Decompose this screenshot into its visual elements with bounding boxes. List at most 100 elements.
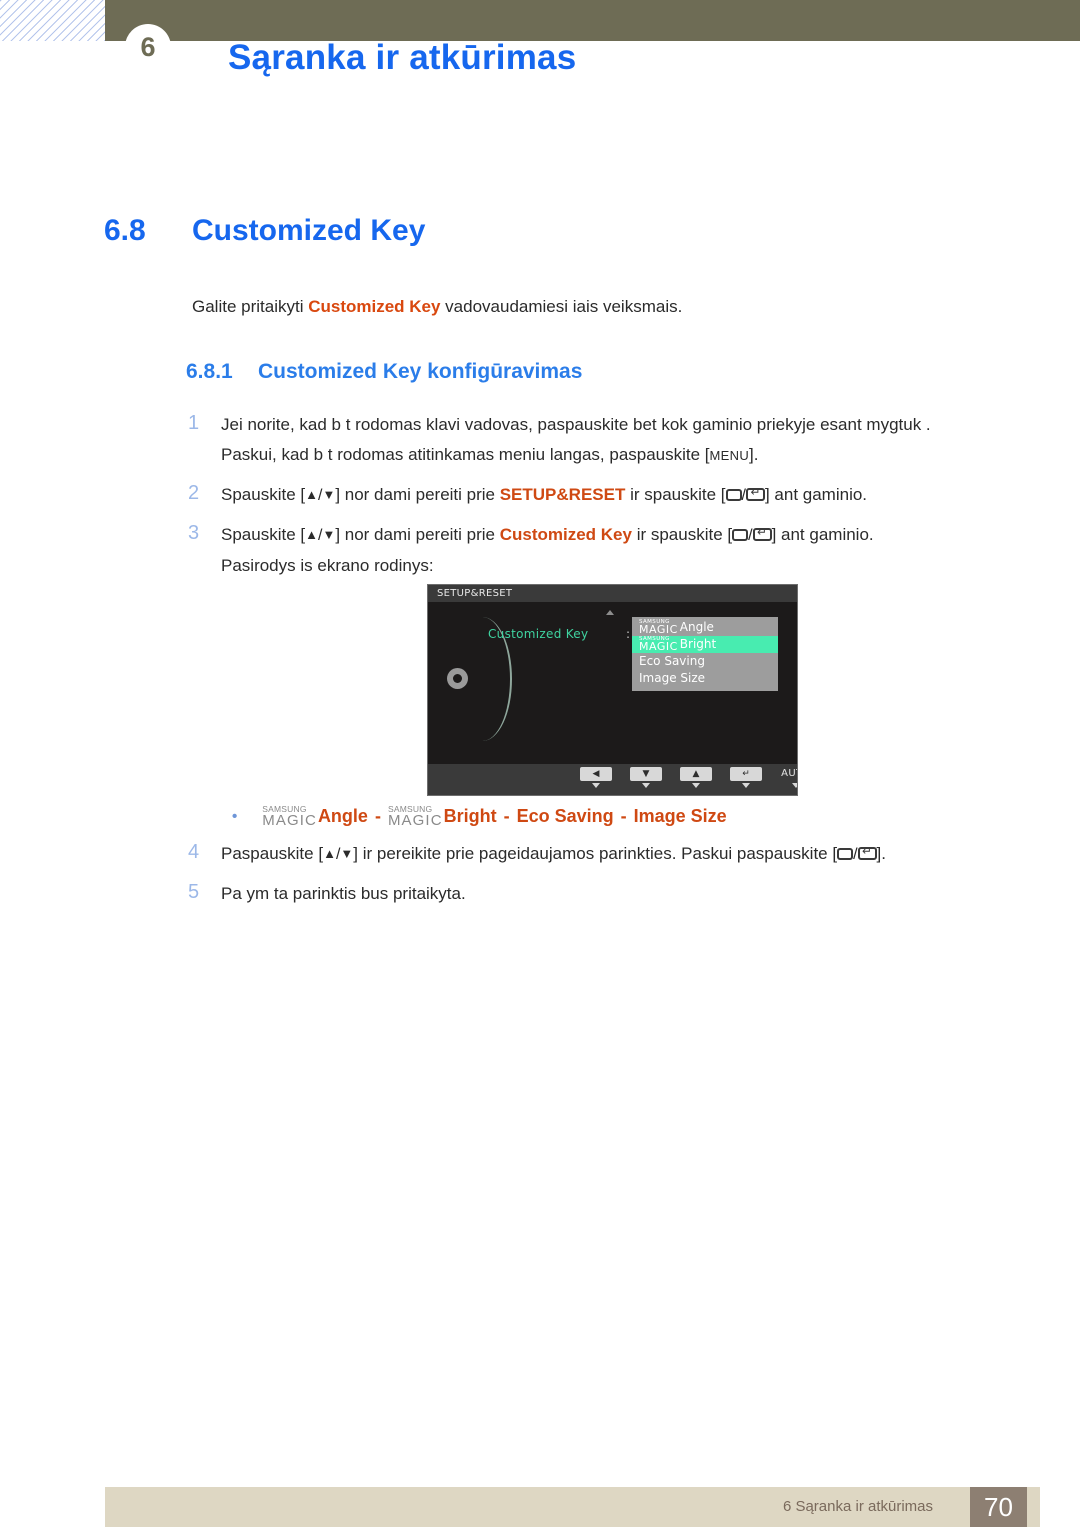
osd-list-item[interactable]: Image Size bbox=[632, 670, 778, 687]
step-text: Paspauskite [▲ / ▼] ir pereikite prie page… bbox=[221, 839, 1008, 870]
section-number: 6.8 bbox=[104, 214, 146, 247]
up-arrow-icon: ▲ bbox=[680, 767, 712, 781]
steps-list-bottom: 4 Paspauskite [▲ / ▼] ir pereikite prie pa… bbox=[188, 839, 1008, 918]
osd-item-label: Eco Saving bbox=[639, 654, 705, 668]
triangle-up-icon: ▲ bbox=[323, 846, 336, 861]
header-olive-bar bbox=[105, 0, 1080, 41]
osd-colon: : bbox=[626, 627, 631, 641]
intro-paragraph: Galite pritaikyti Customized Key vadovau… bbox=[192, 297, 682, 317]
step2-d: ] ant gaminio. bbox=[764, 485, 868, 504]
auto-label: AUTO bbox=[781, 768, 797, 779]
step3-a: Spauskite [ bbox=[221, 525, 306, 544]
osd-body: Customized Key : SAMSUNG MAGIC Angle SAMSU… bbox=[428, 602, 797, 764]
step4-a: Paspauskite [ bbox=[221, 844, 324, 863]
magic-logo-bottom: MAGIC bbox=[387, 811, 443, 829]
samsung-magic-logo: SAMSUNG MAGIC bbox=[639, 619, 678, 637]
footer-chapter-label: 6 Sąranka ir atkūrimas bbox=[782, 1498, 933, 1515]
intro-text-before: Galite pritaikyti bbox=[192, 297, 309, 316]
osd-button-left-arrow[interactable]: ◀ bbox=[580, 767, 612, 788]
bullet-item-3: Eco Saving bbox=[516, 805, 614, 826]
osd-item-label: Image Size bbox=[639, 671, 706, 685]
step3-c: ir spauskite [ bbox=[631, 525, 733, 544]
decorative-hatch-pattern bbox=[0, 0, 105, 41]
step1-line2a: Paskui, kad b t rodomas atitinkamas meni… bbox=[221, 445, 710, 464]
step2-b: ] nor dami pereiti prie bbox=[335, 485, 500, 504]
step1-line1b: vadovas, paspauskite bet kok gaminio pri… bbox=[460, 415, 931, 434]
step-number: 2 bbox=[188, 482, 200, 504]
bullet-separator: - bbox=[620, 805, 627, 826]
osd-list-item[interactable]: Eco Saving bbox=[632, 653, 778, 670]
section-heading: 6.8 Customized Key bbox=[104, 214, 425, 248]
step2-a: Spauskite [ bbox=[221, 485, 306, 504]
menu-box-icon bbox=[837, 848, 854, 860]
samsung-magic-logo: SAMSUNG MAGIC bbox=[639, 636, 678, 654]
slash-separator: / bbox=[748, 527, 753, 544]
caret-down-icon bbox=[642, 783, 650, 788]
step4-b: ] ir pereikite prie pageidaujamos parink… bbox=[353, 844, 838, 863]
osd-scroll-up-icon bbox=[606, 610, 614, 615]
step1-line2: Paskui, kad b t rodomas atitinkamas meni… bbox=[221, 440, 1008, 471]
osd-button-down-arrow[interactable]: ▼ bbox=[630, 767, 662, 788]
section-title: Customized Key bbox=[192, 214, 426, 247]
bullet-separator: - bbox=[374, 805, 381, 826]
enter-key-icon bbox=[745, 488, 765, 501]
step3-d: ] ant gaminio. bbox=[771, 525, 874, 544]
subsection-number: 6.8.1 bbox=[186, 360, 233, 383]
step-item: 4 Paspauskite [▲ / ▼] ir pereikite prie pa… bbox=[188, 839, 1008, 870]
step-text: Pa ym ta parinktis bus pritaikyta. bbox=[221, 884, 466, 903]
intro-text-after: vadovaudamiesi iais veiksmais. bbox=[440, 297, 683, 316]
step-text: Spauskite [▲/▼] nor dami pereiti prie SE… bbox=[221, 480, 1008, 511]
osd-button-bar: ◀ ▼ ▲ ↵ AUTO ⏻ bbox=[428, 764, 797, 795]
triangle-down-icon: ▼ bbox=[322, 487, 336, 502]
caret-down-icon bbox=[742, 783, 750, 788]
osd-list-item[interactable]: SAMSUNG MAGIC Angle bbox=[632, 619, 778, 636]
osd-screenshot: SETUP&RESET Customized Key : SAMSUNG MAGI… bbox=[427, 584, 798, 796]
step1-line2b: ]. bbox=[749, 445, 759, 464]
samsung-magic-logo: SAMSUNG MAGIC bbox=[388, 805, 443, 828]
step-text: Spauskite [▲ / ▼] nor dami pereiti prie Cu… bbox=[221, 520, 1008, 581]
osd-button-auto[interactable]: AUTO bbox=[780, 767, 797, 788]
magic-logo-bottom: MAGIC bbox=[639, 640, 678, 654]
triangle-down-icon: ▼ bbox=[322, 527, 336, 542]
enter-key-icon bbox=[857, 847, 877, 860]
step1-line1a: Jei norite, kad b t rodomas klavi bbox=[221, 415, 461, 434]
osd-button-up-arrow[interactable]: ▲ bbox=[680, 767, 712, 788]
bullet-item-4: Image Size bbox=[633, 805, 727, 826]
osd-item-label: Bright bbox=[679, 637, 717, 651]
menu-key-tag: MENU bbox=[709, 448, 750, 463]
subsection-title: Customized Key konfigūravimas bbox=[258, 360, 583, 383]
bullet-item-1: Angle bbox=[317, 805, 368, 826]
magic-logo-bottom: MAGIC bbox=[262, 811, 317, 829]
menu-box-icon bbox=[725, 489, 742, 501]
bullet-item-2: Bright bbox=[443, 805, 497, 826]
osd-item-label: Angle bbox=[679, 620, 714, 634]
step3-keyword: Customized Key bbox=[499, 525, 632, 544]
subsection-heading: 6.8.1 Customized Key konfigūravimas bbox=[186, 360, 582, 384]
bullet-separator: - bbox=[503, 805, 510, 826]
caret-down-icon bbox=[692, 783, 700, 788]
step-item: 1 Jei norite, kad b t rodomas klavi vado… bbox=[188, 410, 1008, 471]
magic-logo-bottom: MAGIC bbox=[639, 623, 678, 637]
caret-down-icon bbox=[792, 783, 797, 788]
step4-c: ]. bbox=[876, 844, 886, 863]
step-item: 2 Spauskite [▲/▼] nor dami pereiti prie … bbox=[188, 480, 1008, 511]
osd-option-list: SAMSUNG MAGIC Angle SAMSUNG MAGIC Bright Eco… bbox=[632, 617, 778, 691]
steps-list-top: 1 Jei norite, kad b t rodomas klavi vado… bbox=[188, 410, 1008, 590]
osd-dial-icon bbox=[447, 668, 468, 689]
osd-button-enter[interactable]: ↵ bbox=[730, 767, 762, 788]
step2-keyword: SETUP&RESET bbox=[499, 485, 626, 504]
enter-key-icon bbox=[752, 528, 772, 541]
osd-titlebar: SETUP&RESET bbox=[428, 585, 797, 602]
triangle-up-icon: ▲ bbox=[305, 487, 318, 502]
samsung-magic-logo: SAMSUNG MAGIC bbox=[262, 805, 317, 828]
step2-c: ir spauskite [ bbox=[625, 485, 726, 504]
page-number: 70 bbox=[970, 1487, 1027, 1527]
enter-icon: ↵ bbox=[730, 767, 762, 781]
step-item: 5 Pa ym ta parinktis bus pritaikyta. bbox=[188, 879, 1008, 909]
step-text: Jei norite, kad b t rodomas klavi vadova… bbox=[221, 410, 1008, 471]
chapter-title: Sąranka ir atkūrimas bbox=[228, 38, 577, 77]
triangle-up-icon: ▲ bbox=[305, 527, 318, 542]
osd-list-item-selected[interactable]: SAMSUNG MAGIC Bright bbox=[632, 636, 778, 653]
options-bullet-line: • SAMSUNG MAGIC Angle - SAMSUNG MAGIC Bright - Ec… bbox=[232, 805, 727, 828]
step3-line2: Pasirodys is ekrano rodinys: bbox=[221, 556, 434, 575]
